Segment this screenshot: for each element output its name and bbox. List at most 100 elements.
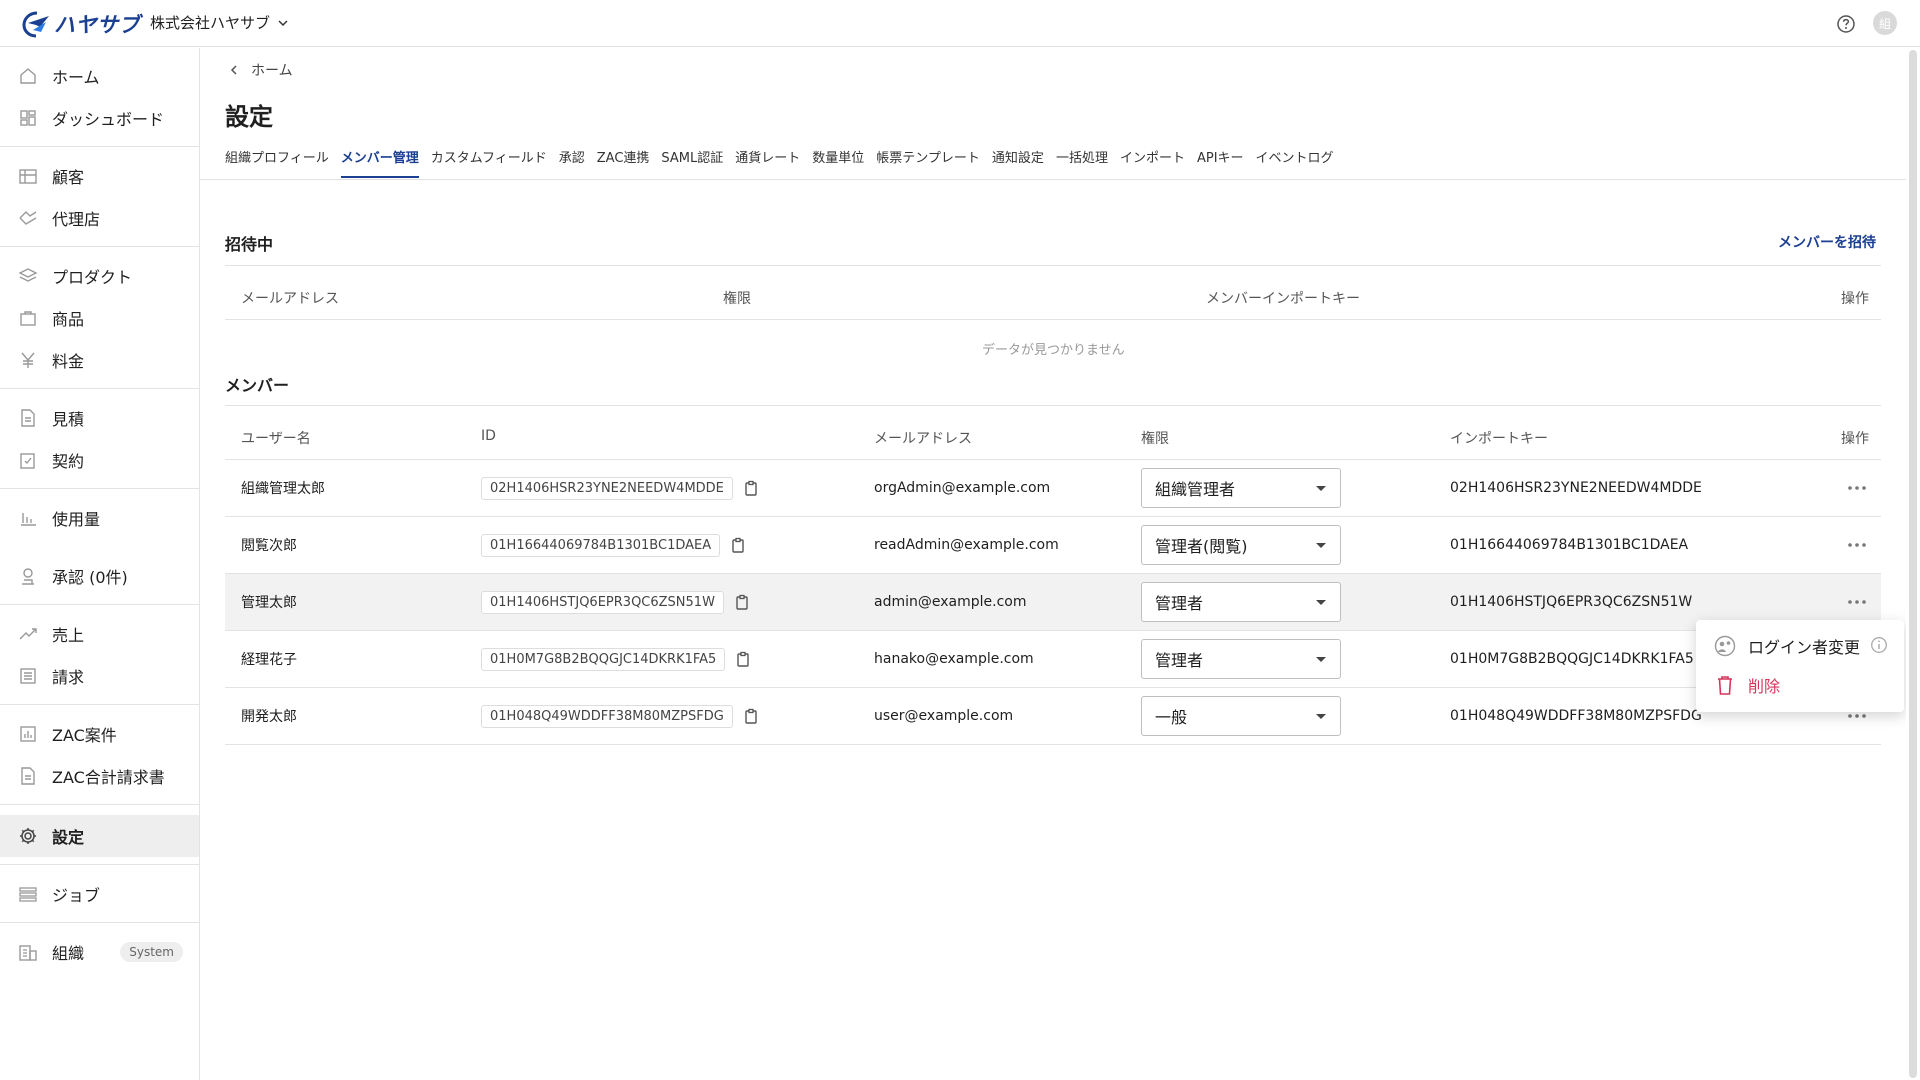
tabs-divider <box>200 179 1906 180</box>
dashboard-icon <box>20 110 36 126</box>
role-value: 管理者 <box>1155 594 1204 613</box>
sidebar-item-jobs[interactable]: ジョブ <box>0 875 199 913</box>
copy-icon[interactable] <box>743 708 759 724</box>
sidebar-item-sales[interactable]: 売上 <box>0 615 199 653</box>
tab-notification[interactable]: 通知設定 <box>992 148 1044 178</box>
sidebar-item-settings[interactable]: 設定 <box>0 815 199 857</box>
sidebar-item-organizations[interactable]: 組織 System <box>0 933 199 971</box>
avatar[interactable]: 組 <box>1873 11 1897 35</box>
delete-menu-item[interactable]: 削除 <box>1714 673 1780 697</box>
sidebar: ホーム ダッシュボード 顧客 代理店 プロダクト 商品 料金 見積 契約 使用量 <box>0 48 200 1080</box>
help-icon[interactable] <box>1836 14 1856 34</box>
sidebar-divider <box>0 922 199 923</box>
role-select[interactable]: 管理者 <box>1141 639 1341 679</box>
sidebar-item-contracts[interactable]: 契約 <box>0 441 199 479</box>
tab-saml[interactable]: SAML認証 <box>661 148 723 178</box>
tab-zac[interactable]: ZAC連携 <box>597 148 650 178</box>
role-select[interactable]: 管理者 <box>1141 582 1341 622</box>
sidebar-item-label: プロダクト <box>52 268 133 287</box>
role-cell: 一般 <box>1141 688 1341 744</box>
tab-api-key[interactable]: APIキー <box>1197 148 1244 178</box>
role-select[interactable]: 一般 <box>1141 696 1341 736</box>
chevron-left-icon <box>230 65 237 75</box>
goods-icon <box>20 311 36 326</box>
sidebar-item-zac-projects[interactable]: ZAC案件 <box>0 715 199 753</box>
sidebar-divider <box>0 604 199 605</box>
sidebar-item-agencies[interactable]: 代理店 <box>0 199 199 237</box>
app-logo[interactable]: ハヤサブ <box>22 9 140 39</box>
email: readAdmin@example.com <box>874 537 1059 553</box>
copy-icon[interactable] <box>734 594 750 610</box>
more-actions-button[interactable] <box>1842 517 1872 573</box>
sidebar-divider <box>0 804 199 805</box>
tab-import[interactable]: インポート <box>1120 148 1185 178</box>
sidebar-item-usage[interactable]: 使用量 <box>0 499 199 537</box>
email: orgAdmin@example.com <box>874 480 1051 496</box>
divider <box>225 265 1881 266</box>
import-key: 01H1406HSTJQ6EPR3QC6ZSN51W <box>1450 594 1693 610</box>
tab-bulk[interactable]: 一括処理 <box>1056 148 1108 178</box>
member-id: 01H0M7G8B2BQQGJC14DKRK1FA5 <box>481 647 726 671</box>
copy-icon[interactable] <box>743 480 759 496</box>
tab-member-management[interactable]: メンバー管理 <box>340 148 419 178</box>
divider <box>225 319 1881 320</box>
members-title: メンバー <box>225 376 290 395</box>
sidebar-divider <box>0 488 199 489</box>
sidebar-item-pricing[interactable]: 料金 <box>0 341 199 379</box>
copy-icon[interactable] <box>735 651 751 667</box>
column-header: メンバーインポートキー <box>1206 291 1360 307</box>
role-select[interactable]: 組織管理者 <box>1141 468 1341 508</box>
invite-member-button[interactable]: メンバーを招待 <box>1778 232 1876 252</box>
column-header: ID <box>481 428 496 444</box>
scrollbar-thumb[interactable] <box>1909 50 1917 1078</box>
sidebar-item-products[interactable]: プロダクト <box>0 257 199 295</box>
settings-tabs: 組織プロフィール メンバー管理 カスタムフィールド 承認 ZAC連携 SAML認… <box>225 148 1346 178</box>
id-cell: 01H1406HSTJQ6EPR3QC6ZSN51W <box>481 574 750 630</box>
tab-approval[interactable]: 承認 <box>559 148 585 178</box>
sidebar-item-label: 設定 <box>52 828 85 847</box>
sidebar-item-zac-invoices[interactable]: ZAC合計請求書 <box>0 757 199 795</box>
sidebar-item-home[interactable]: ホーム <box>0 57 199 95</box>
tab-event-log[interactable]: イベントログ <box>1256 148 1334 178</box>
login-switch-menu-item[interactable]: ログイン者変更 <box>1714 634 1860 658</box>
divider <box>225 405 1881 406</box>
column-header: 操作 <box>1841 431 1869 447</box>
sidebar-item-invoices[interactable]: 請求 <box>0 657 199 695</box>
sidebar-item-customers[interactable]: 顧客 <box>0 157 199 195</box>
role-select[interactable]: 管理者(閲覧) <box>1141 525 1341 565</box>
sidebar-item-goods[interactable]: 商品 <box>0 299 199 337</box>
breadcrumb[interactable]: ホーム <box>227 60 293 80</box>
sidebar-item-label: 承認 (0件) <box>52 568 128 587</box>
sidebar-item-approvals[interactable]: 承認 (0件) <box>0 557 199 595</box>
invites-title: 招待中 <box>225 235 274 254</box>
tab-org-profile[interactable]: 組織プロフィール <box>225 148 329 178</box>
tab-quantity-unit[interactable]: 数量単位 <box>812 148 864 178</box>
sidebar-divider <box>0 146 199 147</box>
org-switcher[interactable]: 株式会社ハヤサブ <box>150 12 288 33</box>
job-icon <box>19 887 37 902</box>
tab-currency-rate[interactable]: 通貨レート <box>735 148 800 178</box>
sidebar-item-quotes[interactable]: 見積 <box>0 399 199 437</box>
tab-document-template[interactable]: 帳票テンプレート <box>876 148 980 178</box>
tab-custom-fields[interactable]: カスタムフィールド <box>431 148 547 178</box>
info-icon[interactable] <box>1870 636 1888 654</box>
logo-text: ハヤサブ <box>54 13 140 37</box>
sidebar-divider <box>0 246 199 247</box>
id-cell: 02H1406HSR23YNE2NEEDW4MDDE <box>481 460 759 516</box>
sidebar-item-label: 売上 <box>52 626 85 645</box>
more-actions-button[interactable] <box>1842 460 1872 516</box>
member-id: 01H16644069784B1301BC1DAEA <box>481 533 721 557</box>
member-id: 01H1406HSTJQ6EPR3QC6ZSN51W <box>481 590 724 614</box>
zac-invoice-icon <box>21 767 35 785</box>
sidebar-item-dashboard[interactable]: ダッシュボード <box>0 99 199 137</box>
id-cell: 01H048Q49WDDFF38M80MZPSFDG <box>481 688 759 744</box>
caret-down-icon <box>1316 600 1326 605</box>
copy-icon[interactable] <box>730 537 746 553</box>
breadcrumb-home[interactable]: ホーム <box>251 60 293 80</box>
contract-icon <box>20 453 35 469</box>
approval-icon <box>22 568 34 585</box>
sidebar-item-label: ジョブ <box>52 886 101 905</box>
login-switch-label: ログイン者変更 <box>1748 638 1861 657</box>
row-action-menu: ログイン者変更 削除 <box>1696 620 1904 712</box>
invoice-icon <box>20 668 36 684</box>
